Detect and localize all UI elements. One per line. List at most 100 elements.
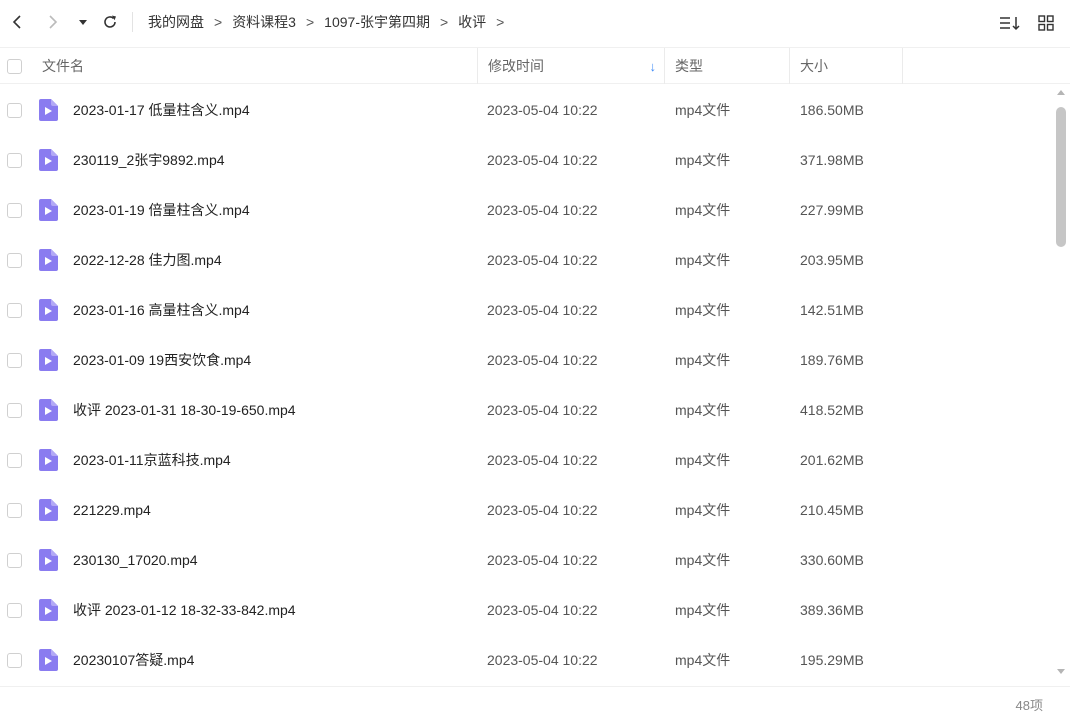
scrollbar-thumb[interactable] (1056, 107, 1066, 247)
file-name[interactable]: 收评 2023-01-31 18-30-19-650.mp4 (73, 385, 296, 435)
grid-view-button[interactable] (1032, 8, 1060, 38)
file-size: 189.76MB (800, 352, 864, 368)
caret-down-icon (79, 20, 87, 25)
breadcrumb-item-series[interactable]: 1097-张宇第四期 (324, 12, 430, 32)
file-modified-time: 2023-05-04 10:22 (487, 102, 598, 118)
row-checkbox[interactable] (7, 252, 22, 268)
file-row[interactable]: 收评 2023-01-12 18-32-33-842.mp4 2023-05-0… (0, 585, 1052, 635)
file-row[interactable]: 2023-01-19 倍量柱含义.mp4 2023-05-04 10:22 mp… (0, 185, 1052, 235)
file-icon-cell (38, 535, 58, 585)
video-file-icon (39, 149, 58, 171)
row-checkbox[interactable] (7, 502, 22, 518)
file-name[interactable]: 2023-01-16 高量柱含义.mp4 (73, 285, 250, 335)
file-icon-cell (38, 85, 58, 135)
breadcrumb-item-course[interactable]: 资料课程3 (232, 12, 296, 32)
row-checkbox[interactable] (7, 652, 22, 668)
column-divider[interactable] (477, 48, 478, 84)
video-file-icon (39, 449, 58, 471)
file-row[interactable]: 收评 2023-01-31 18-30-19-650.mp4 2023-05-0… (0, 385, 1052, 435)
vertical-scrollbar[interactable] (1054, 87, 1068, 685)
file-name[interactable]: 2022-12-28 佳力图.mp4 (73, 235, 222, 285)
row-checkbox[interactable] (7, 352, 22, 368)
file-icon-cell (38, 285, 58, 335)
scroll-up-arrow-icon[interactable] (1057, 90, 1065, 95)
file-name[interactable]: 230119_2张宇9892.mp4 (73, 135, 225, 185)
file-name[interactable]: 221229.mp4 (73, 485, 151, 535)
video-file-icon (39, 299, 58, 321)
file-name[interactable]: 2023-01-19 倍量柱含义.mp4 (73, 185, 250, 235)
row-checkbox[interactable] (7, 202, 22, 218)
file-row[interactable]: 230119_2张宇9892.mp4 2023-05-04 10:22 mp4文… (0, 135, 1052, 185)
file-icon-cell (38, 385, 58, 435)
file-size: 210.45MB (800, 502, 864, 518)
file-name[interactable]: 2023-01-17 低量柱含义.mp4 (73, 85, 250, 135)
file-row[interactable]: 2023-01-16 高量柱含义.mp4 2023-05-04 10:22 mp… (0, 285, 1052, 335)
column-header-name[interactable]: 文件名 (42, 48, 84, 84)
item-count: 48项 (1015, 698, 1043, 713)
select-all-checkbox[interactable] (7, 58, 22, 74)
column-divider[interactable] (664, 48, 665, 84)
row-checkbox[interactable] (7, 452, 22, 468)
chevron-right-icon (49, 15, 58, 29)
row-checkbox[interactable] (7, 302, 22, 318)
breadcrumb: 我的网盘 > 资料课程3 > 1097-张宇第四期 > 收评 > (148, 0, 514, 44)
file-type: mp4文件 (675, 452, 731, 468)
file-row[interactable]: 2022-12-28 佳力图.mp4 2023-05-04 10:22 mp4文… (0, 235, 1052, 285)
row-checkbox[interactable] (7, 152, 22, 168)
file-icon-cell (38, 235, 58, 285)
file-row[interactable]: 20230107答疑.mp4 2023-05-04 10:22 mp4文件 19… (0, 635, 1052, 685)
row-checkbox-cell (7, 185, 22, 235)
column-divider[interactable] (902, 48, 903, 84)
back-button[interactable] (4, 7, 30, 37)
file-icon-cell (38, 585, 58, 635)
file-name[interactable]: 230130_17020.mp4 (73, 535, 198, 585)
file-modified-time: 2023-05-04 10:22 (487, 202, 598, 218)
column-header-modified-label: 修改时间 (488, 58, 544, 74)
file-icon-cell (38, 635, 58, 685)
file-modified-time: 2023-05-04 10:22 (487, 452, 598, 468)
row-checkbox[interactable] (7, 402, 22, 418)
file-type: mp4文件 (675, 652, 731, 668)
breadcrumb-item-current[interactable]: 收评 (458, 12, 486, 32)
column-header-size[interactable]: 大小 (800, 48, 828, 84)
file-row[interactable]: 2023-01-09 19西安饮食.mp4 2023-05-04 10:22 m… (0, 335, 1052, 385)
file-row[interactable]: 221229.mp4 2023-05-04 10:22 mp4文件 210.45… (0, 485, 1052, 535)
file-icon-cell (38, 335, 58, 385)
file-size: 418.52MB (800, 402, 864, 418)
row-checkbox[interactable] (7, 602, 22, 618)
row-checkbox[interactable] (7, 552, 22, 568)
file-icon-cell (38, 135, 58, 185)
file-modified-time: 2023-05-04 10:22 (487, 552, 598, 568)
row-checkbox-cell (7, 635, 22, 685)
history-dropdown-button[interactable] (74, 7, 92, 37)
scroll-down-arrow-icon[interactable] (1057, 669, 1065, 674)
refresh-button[interactable] (97, 7, 123, 37)
file-name[interactable]: 20230107答疑.mp4 (73, 635, 194, 685)
file-size: 195.29MB (800, 652, 864, 668)
file-name[interactable]: 收评 2023-01-12 18-32-33-842.mp4 (73, 585, 296, 635)
file-row[interactable]: 2023-01-17 低量柱含义.mp4 2023-05-04 10:22 mp… (0, 85, 1052, 135)
file-type: mp4文件 (675, 602, 731, 618)
file-modified-time: 2023-05-04 10:22 (487, 252, 598, 268)
breadcrumb-separator: > (305, 14, 315, 30)
toolbar: 我的网盘 > 资料课程3 > 1097-张宇第四期 > 收评 > (0, 0, 1070, 44)
sort-list-icon (1000, 17, 1020, 31)
column-header-type[interactable]: 类型 (675, 48, 703, 84)
file-type: mp4文件 (675, 152, 731, 168)
breadcrumb-item-root[interactable]: 我的网盘 (148, 12, 204, 32)
file-row[interactable]: 2023-01-11京蓝科技.mp4 2023-05-04 10:22 mp4文… (0, 435, 1052, 485)
sort-menu-button[interactable] (996, 8, 1024, 38)
row-checkbox[interactable] (7, 102, 22, 118)
breadcrumb-separator: > (496, 14, 505, 30)
file-name[interactable]: 2023-01-11京蓝科技.mp4 (73, 435, 231, 485)
column-divider[interactable] (789, 48, 790, 84)
file-size: 227.99MB (800, 202, 864, 218)
file-icon-cell (38, 185, 58, 235)
column-header-modified[interactable]: 修改时间 ↓ (488, 48, 664, 84)
file-row[interactable]: 230130_17020.mp4 2023-05-04 10:22 mp4文件 … (0, 535, 1052, 585)
forward-button[interactable] (40, 7, 66, 37)
file-name[interactable]: 2023-01-09 19西安饮食.mp4 (73, 335, 251, 385)
row-checkbox-cell (7, 135, 22, 185)
file-type: mp4文件 (675, 202, 731, 218)
file-size: 186.50MB (800, 102, 864, 118)
